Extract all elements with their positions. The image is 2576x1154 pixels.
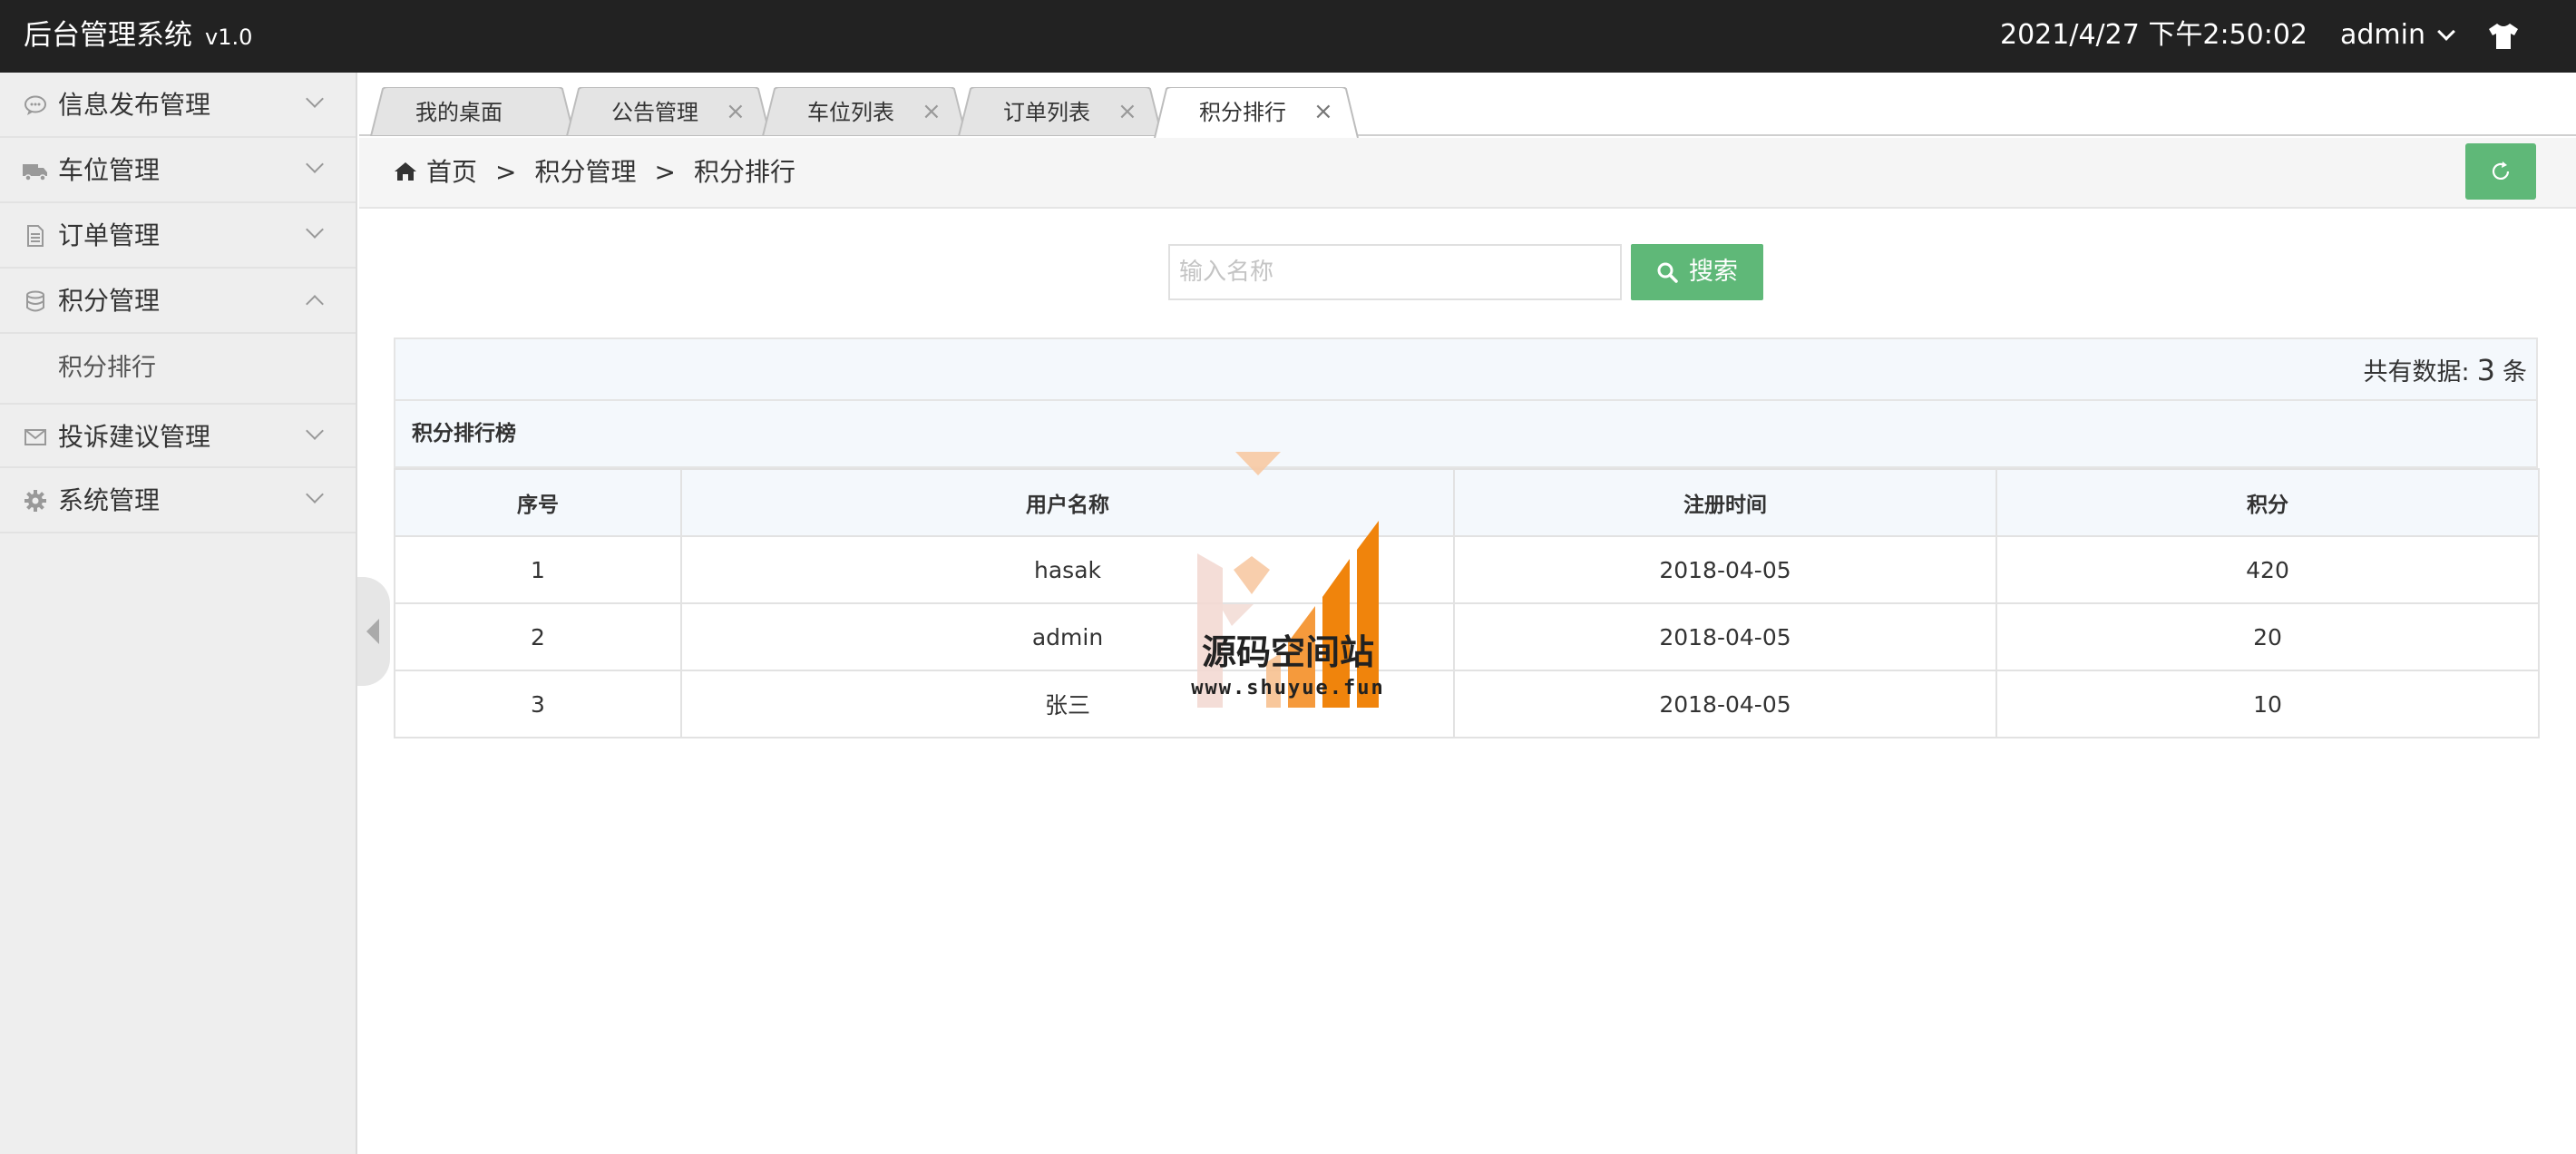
user-name: admin (2340, 19, 2425, 51)
record-count: 共有数据: 3 条 (2364, 339, 2527, 404)
ranking-table: 序号 用户名称 注册时间 积分 1 hasak 2018-04-05 420 2… (394, 468, 2540, 738)
close-icon[interactable]: × (922, 87, 942, 136)
tab-points-ranking[interactable]: 积分排行 × (1154, 87, 1359, 138)
chevron-down-icon (306, 90, 324, 108)
column-header-index: 序号 (394, 468, 682, 537)
sidebar-item-label: 投诉建议管理 (58, 422, 211, 452)
tab-order-list[interactable]: 订单列表 × (958, 87, 1163, 136)
sidebar-subitem-label: 积分排行 (58, 354, 156, 382)
database-icon (26, 290, 44, 312)
ranking-table-panel: 共有数据: 3 条 积分排行榜 序号 用户名称 注册时间 积分 1 hasak 20… (394, 337, 2540, 738)
sidebar-item-parking[interactable]: 车位管理 (0, 138, 356, 203)
app-brand: 后台管理系统 v1.0 (24, 0, 252, 73)
sidebar-item-label: 订单管理 (58, 220, 161, 250)
sidebar: 信息发布管理 车位管理 订单管理 积分管理 积分排行 投诉建议管理 系统管理 (0, 73, 357, 1154)
record-count-number: 3 (2476, 353, 2495, 387)
breadcrumb-points[interactable]: 积分管理 (534, 157, 636, 187)
column-header-points: 积分 (1995, 468, 2540, 537)
watermark-title: 源码空间站 (1201, 632, 1374, 672)
tab-desktop[interactable]: 我的桌面 (370, 87, 575, 136)
app-title: 后台管理系统 (24, 19, 192, 52)
cell-index: 2 (394, 602, 682, 671)
top-bar: 后台管理系统 v1.0 2021/4/27 下午2:50:02 admin (0, 0, 2576, 73)
sidebar-item-system[interactable]: 系统管理 (0, 468, 356, 533)
chevron-down-icon (306, 485, 324, 504)
cell-points: 10 (1995, 670, 2540, 738)
record-count-prefix: 共有数据: (2363, 358, 2470, 386)
document-icon (27, 225, 44, 247)
chevron-down-icon (306, 422, 324, 440)
breadcrumb-separator: > (654, 157, 676, 187)
breadcrumb: 首页 > 积分管理 > 积分排行 (394, 138, 795, 207)
chevron-up-icon (306, 295, 324, 313)
datetime-display: 2021/4/27 下午2:50:02 (2000, 19, 2308, 51)
sidebar-item-info-publish[interactable]: 信息发布管理 (0, 73, 356, 138)
refresh-icon (2492, 161, 2510, 180)
record-count-suffix: 条 (2503, 358, 2527, 386)
search-icon (1657, 262, 1678, 283)
tab-label: 车位列表 (807, 100, 894, 125)
tab-parking-list[interactable]: 车位列表 × (762, 87, 967, 136)
shirt-icon[interactable] (2487, 20, 2520, 53)
watermark-url: www.shuyue.fun (1191, 677, 1385, 699)
table-row: 1 hasak 2018-04-05 420 (394, 535, 2540, 604)
column-header-register-time: 注册时间 (1453, 468, 1997, 537)
sidebar-item-label: 积分管理 (58, 286, 161, 316)
refresh-button[interactable] (2465, 143, 2536, 200)
breadcrumb-bar: 首页 > 积分管理 > 积分排行 (359, 138, 2576, 209)
record-count-bar: 共有数据: 3 条 (394, 337, 2538, 401)
table-row: 3 张三 2018-04-05 10 (394, 670, 2540, 738)
app-version: v1.0 (205, 24, 253, 50)
sidebar-item-label: 车位管理 (58, 155, 161, 185)
close-icon[interactable]: × (726, 87, 746, 136)
sidebar-item-orders[interactable]: 订单管理 (0, 203, 356, 269)
sidebar-collapse-handle[interactable] (357, 577, 390, 686)
table-title: 积分排行榜 (394, 401, 2538, 468)
close-icon[interactable]: × (1313, 87, 1333, 136)
sidebar-item-complaints[interactable]: 投诉建议管理 (0, 403, 356, 468)
close-icon[interactable]: × (1117, 87, 1137, 136)
gear-icon (24, 490, 46, 512)
sidebar-item-label: 信息发布管理 (58, 90, 211, 120)
search-button-label: 搜索 (1689, 258, 1738, 286)
breadcrumb-home[interactable]: 首页 (426, 157, 477, 187)
tab-label: 公告管理 (611, 100, 698, 125)
breadcrumb-current: 积分排行 (693, 157, 795, 187)
cell-index: 1 (394, 535, 682, 604)
cell-index: 3 (394, 670, 682, 738)
chevron-down-icon (306, 155, 324, 173)
table-header-row: 序号 用户名称 注册时间 积分 (394, 468, 2540, 537)
chat-bubble-icon (24, 95, 46, 115)
chevron-down-icon (2437, 23, 2455, 41)
search-input[interactable] (1168, 244, 1622, 300)
home-icon (395, 162, 416, 181)
sidebar-item-points[interactable]: 积分管理 (0, 269, 356, 334)
sidebar-subitem-points-ranking[interactable]: 积分排行 (0, 334, 356, 403)
cell-points: 20 (1995, 602, 2540, 671)
truck-icon (23, 164, 47, 181)
tab-label: 积分排行 (1199, 100, 1286, 125)
user-menu[interactable]: admin (2340, 0, 2455, 73)
envelope-icon (24, 429, 46, 445)
tab-announcements[interactable]: 公告管理 × (566, 87, 771, 136)
tab-bar: 我的桌面 公告管理 × 车位列表 × 订单列表 × 积分排行 × (359, 73, 2576, 138)
cell-register-time: 2018-04-05 (1453, 535, 1997, 604)
cell-register-time: 2018-04-05 (1453, 602, 1997, 671)
cell-register-time: 2018-04-05 (1453, 670, 1997, 738)
chevron-down-icon (306, 220, 324, 239)
collapse-left-icon (366, 619, 379, 644)
search-button[interactable]: 搜索 (1631, 244, 1763, 300)
tab-label: 订单列表 (1003, 100, 1090, 125)
breadcrumb-separator: > (495, 157, 517, 187)
sidebar-item-label: 系统管理 (58, 485, 161, 515)
table-row: 2 admin 2018-04-05 20 (394, 602, 2540, 671)
tab-label: 我的桌面 (415, 100, 503, 125)
cell-points: 420 (1995, 535, 2540, 604)
